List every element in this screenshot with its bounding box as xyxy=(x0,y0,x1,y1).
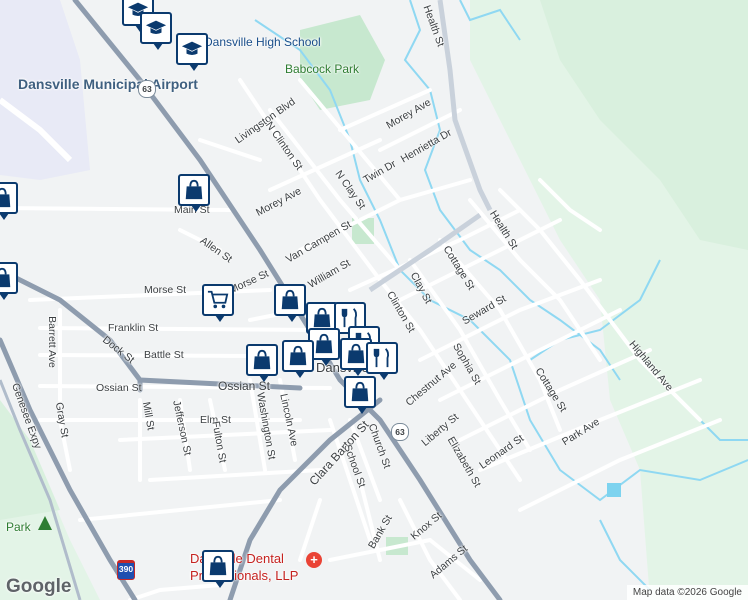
shopping-pin[interactable] xyxy=(246,344,278,382)
school-icon xyxy=(181,41,203,55)
shopping-pin[interactable] xyxy=(274,284,306,322)
shopping-bag-icon xyxy=(289,345,307,366)
route-63-shield-2: 63 xyxy=(391,423,409,441)
shopping-bag-icon xyxy=(185,179,203,200)
medical-cross-icon[interactable]: + xyxy=(306,552,322,568)
park-tree-icon xyxy=(38,516,52,530)
shopping-pin[interactable] xyxy=(0,182,18,220)
school-pin[interactable] xyxy=(176,33,208,71)
shopping-bag-icon xyxy=(0,187,11,208)
route-63-shield: 63 xyxy=(138,80,156,98)
shopping-bag-icon xyxy=(253,349,271,370)
shopping-bag-icon xyxy=(209,555,227,576)
restaurant-pin[interactable] xyxy=(366,342,398,380)
shopping-bag-icon xyxy=(315,333,333,354)
shopping-pin[interactable] xyxy=(282,340,314,378)
shopping-pin[interactable] xyxy=(344,376,376,414)
interstate-390-shield: 390 xyxy=(117,560,135,580)
shopping-pin[interactable] xyxy=(178,174,210,212)
map-attribution[interactable]: Map data ©2026 Google xyxy=(626,585,748,600)
shopping-cart-icon xyxy=(207,290,229,309)
shopping-bag-icon xyxy=(313,307,331,328)
google-logo: Google xyxy=(6,576,72,597)
shopping-bag-icon xyxy=(0,267,11,288)
school-pin[interactable] xyxy=(140,12,172,50)
grocery-pin[interactable] xyxy=(202,284,234,322)
shopping-bag-icon xyxy=(281,289,299,310)
map-base xyxy=(0,0,748,600)
shopping-bag-icon xyxy=(347,343,365,364)
restaurant-icon xyxy=(373,348,390,368)
shopping-pin[interactable] xyxy=(202,550,234,588)
shopping-bag-icon xyxy=(351,381,369,402)
school-icon xyxy=(145,20,167,34)
map-canvas[interactable]: Dansville Municipal Airport Dansville Hi… xyxy=(0,0,748,600)
shopping-pin[interactable] xyxy=(0,262,18,300)
